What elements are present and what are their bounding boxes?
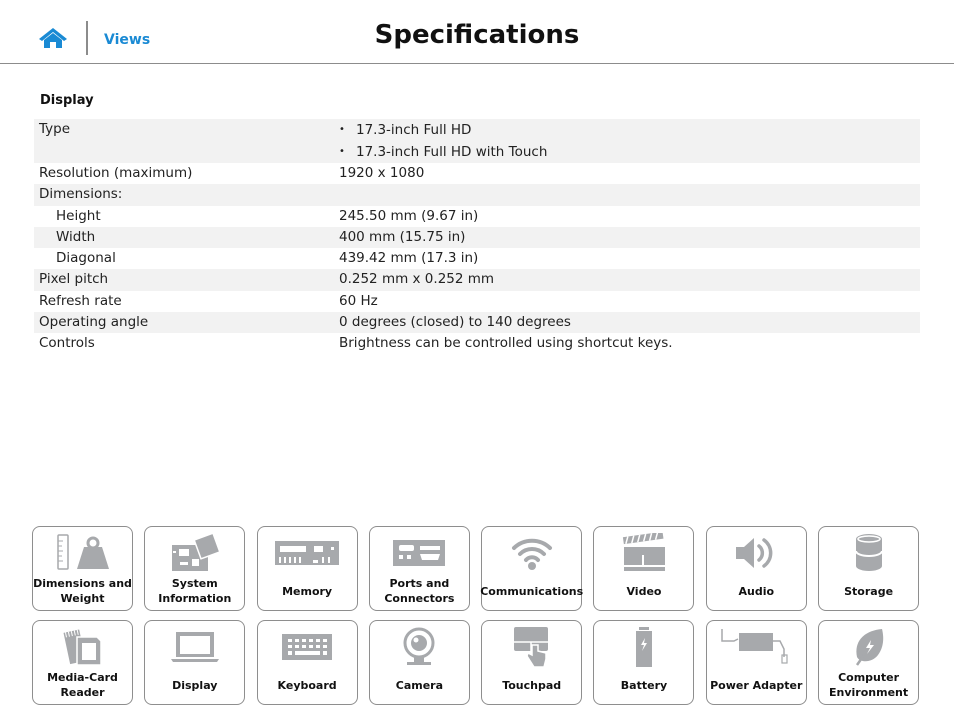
spec-label: Operating angle — [39, 314, 149, 331]
tile-ports-and-connectors[interactable]: Ports and Connectors — [368, 526, 470, 611]
spec-label: Diagonal — [56, 250, 116, 267]
page-title: Specifications — [374, 20, 580, 50]
tile-label: Storage — [844, 584, 894, 598]
spec-value: 60 Hz — [339, 292, 378, 309]
ruler-weight-icon — [56, 534, 109, 570]
tile-label: Dimensions and Weight — [33, 577, 132, 605]
tile-camera[interactable]: Camera — [368, 620, 470, 705]
spec-label: Dimensions: — [39, 186, 123, 203]
tile-keyboard[interactable]: Keyboard — [256, 620, 358, 705]
tile-label: Memory — [282, 584, 333, 598]
tile-communications[interactable]: Communications — [480, 526, 584, 611]
tile-label: Media-Card Reader — [47, 671, 118, 699]
spec-row-diagonal: Diagonal 439.42 mm (17.3 in) — [34, 248, 920, 269]
spec-row-dimensions: Dimensions: — [34, 184, 920, 206]
tile-touchpad[interactable]: Touchpad — [481, 620, 583, 705]
tile-dimensions-and-weight[interactable]: Dimensions and Weight — [32, 526, 133, 611]
spec-label: Width — [56, 228, 96, 245]
speaker-icon — [736, 538, 773, 568]
navigation-tiles: Dimensions and Weight System Information… — [32, 526, 922, 705]
tile-label: Camera — [395, 678, 444, 692]
section-title: Display — [40, 93, 94, 108]
battery-icon — [635, 627, 652, 667]
spec-value: 1920 x 1080 — [339, 165, 425, 181]
laptop-icon — [170, 632, 219, 662]
spec-row-pixel-pitch: Pixel pitch 0.252 mm x 0.252 mm — [34, 269, 920, 291]
tile-label: Ports and Connectors — [384, 577, 455, 605]
spec-label: Pixel pitch — [39, 271, 109, 288]
webcam-icon — [403, 627, 435, 665]
storage-cylinder-icon — [854, 534, 883, 571]
tile-memory[interactable]: Memory — [256, 526, 358, 611]
tile-battery[interactable]: Battery — [593, 620, 695, 705]
tile-audio[interactable]: Audio — [705, 526, 807, 611]
spec-value: 17.3-inch Full HD 17.3-inch Full HD with… — [339, 119, 920, 163]
spec-value: 0 degrees (closed) to 140 degrees — [339, 314, 571, 331]
spec-table: Type 17.3-inch Full HD 17.3-inch Full HD… — [34, 119, 920, 355]
spec-value: 245.50 mm (9.67 in) — [339, 207, 479, 224]
spec-row-operating-angle: Operating angle 0 degrees (closed) to 14… — [34, 312, 920, 334]
tile-video[interactable]: Video — [593, 526, 695, 611]
tile-label: Communications — [480, 584, 584, 598]
power-adapter-icon — [721, 629, 788, 664]
tile-label: Video — [626, 584, 662, 598]
tile-label: Audio — [738, 584, 775, 598]
list-item: 17.3-inch Full HD — [339, 119, 920, 141]
tile-computer-environment[interactable]: Computer Environment — [818, 620, 920, 705]
tile-label: System Information — [158, 577, 232, 605]
tile-system-information[interactable]: System Information — [144, 526, 246, 611]
tile-power-adapter[interactable]: Power Adapter — [705, 620, 807, 705]
spec-value — [339, 184, 920, 205]
tile-label: Keyboard — [277, 678, 337, 692]
spec-row-resolution: Resolution (maximum) 1920 x 1080 — [34, 163, 920, 184]
clapperboard-icon — [622, 533, 665, 571]
header: Views Specifications — [0, 0, 954, 64]
tile-label: Display — [172, 678, 218, 692]
spec-row-refresh-rate: Refresh rate 60 Hz — [34, 291, 920, 312]
sd-card-icon — [63, 629, 102, 666]
spec-value: 400 mm (15.75 in) — [339, 228, 466, 245]
circuit-board-icon — [171, 533, 220, 571]
ports-icon — [393, 540, 446, 566]
spec-row-width: Width 400 mm (15.75 in) — [34, 226, 920, 249]
spec-label: Controls — [39, 335, 95, 352]
spec-value: Brightness can be controlled using short… — [339, 335, 673, 352]
wifi-icon — [511, 538, 552, 570]
tile-label: Battery — [620, 678, 668, 692]
keyboard-icon — [282, 634, 333, 660]
spec-value: 439.42 mm (17.3 in) — [339, 250, 479, 267]
tile-media-card-reader[interactable]: Media-Card Reader — [32, 620, 133, 705]
tile-label: Computer Environment — [829, 671, 909, 699]
type-list: 17.3-inch Full HD 17.3-inch Full HD with… — [339, 119, 920, 163]
tile-display[interactable]: Display — [144, 620, 246, 705]
memory-module-icon — [275, 541, 340, 565]
tile-label: Touchpad — [502, 678, 562, 692]
spec-row-type: Type 17.3-inch Full HD 17.3-inch Full HD… — [34, 119, 920, 163]
touchpad-icon — [513, 627, 548, 668]
tile-storage[interactable]: Storage — [818, 526, 920, 611]
spec-label: Resolution (maximum) — [39, 165, 193, 181]
spec-label: Refresh rate — [39, 292, 122, 309]
list-item: 17.3-inch Full HD with Touch — [339, 141, 920, 163]
spec-label: Height — [56, 207, 101, 224]
tile-label: Power Adapter — [710, 678, 803, 692]
spec-value: 0.252 mm x 0.252 mm — [339, 271, 495, 288]
spec-label: Type — [39, 121, 71, 137]
leaf-icon — [855, 629, 883, 666]
spec-row-height: Height 245.50 mm (9.67 in) — [34, 206, 920, 227]
spec-row-controls: Controls Brightness can be controlled us… — [34, 333, 920, 354]
